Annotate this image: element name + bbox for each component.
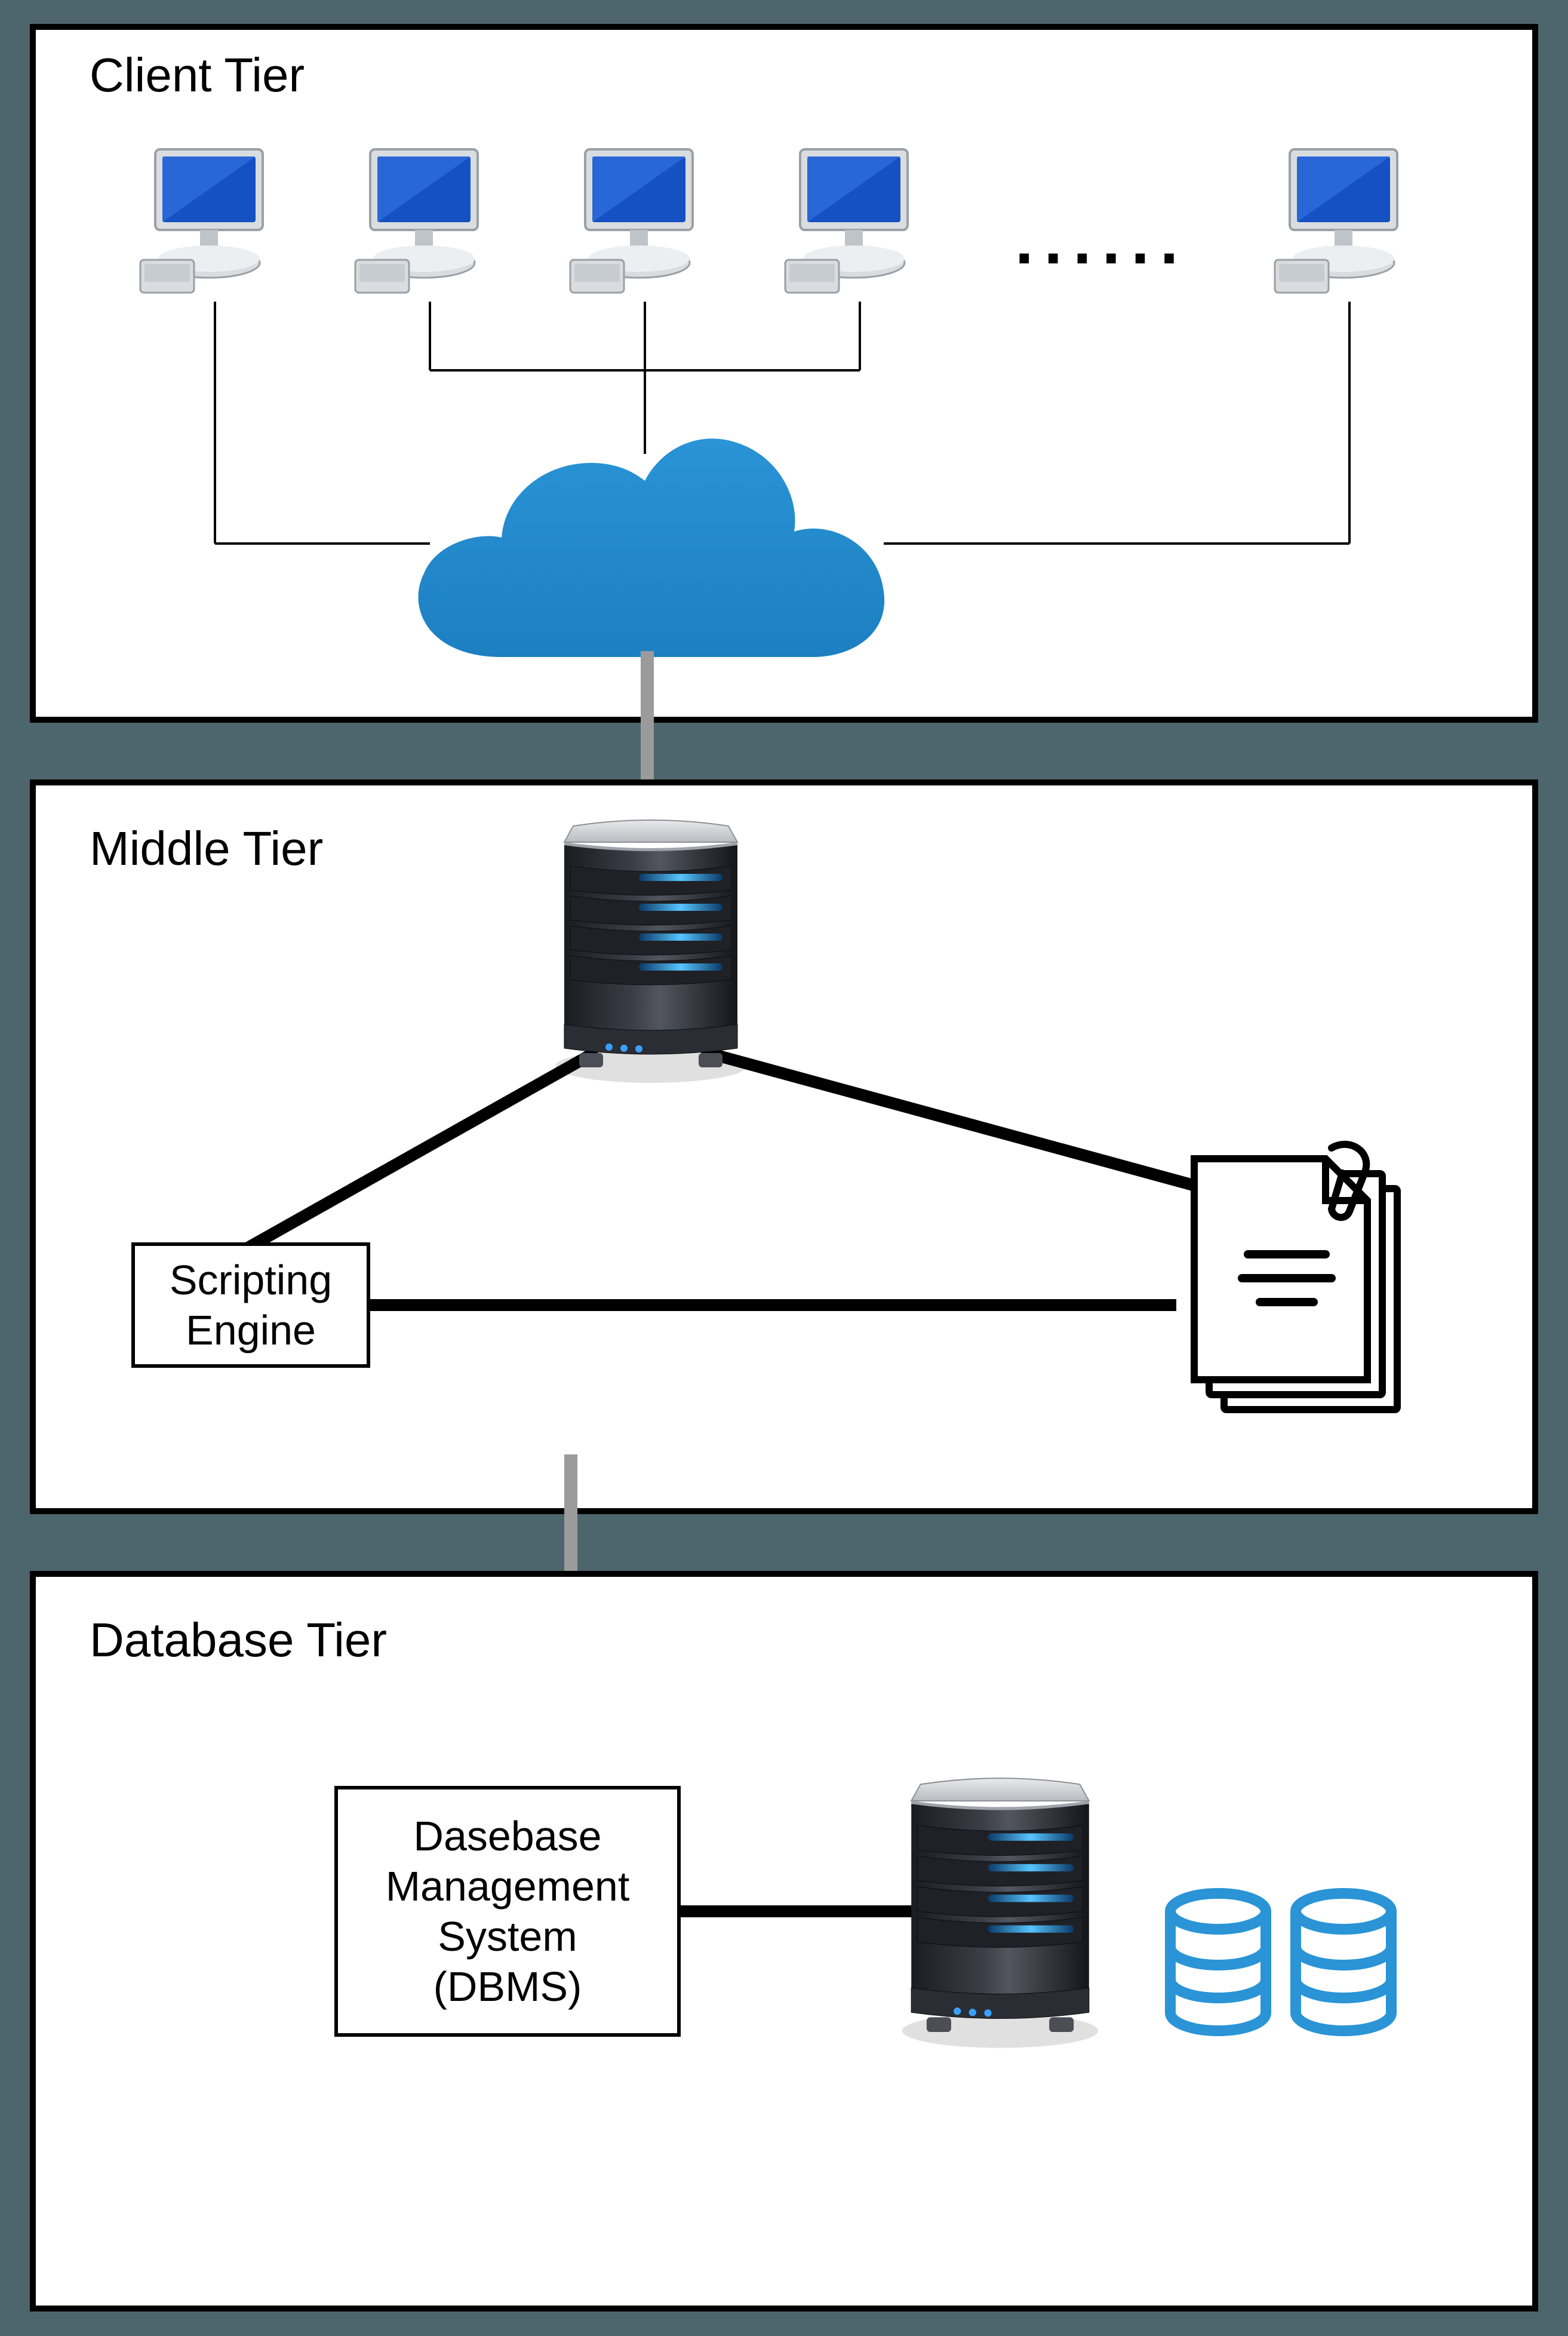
database-cylinder-icon [1284, 1887, 1403, 2043]
dbms-label: System [438, 1911, 577, 1961]
dbms-label: Management [386, 1861, 630, 1911]
dbms-node: Dasebase Management System (DBMS) [334, 1786, 681, 2037]
dbms-label: Dasebase [413, 1811, 601, 1861]
diagram-canvas: Client Tier [0, 0, 1568, 2336]
server-icon [884, 1765, 1117, 2064]
dbms-label: (DBMS) [433, 1961, 582, 2012]
database-cylinder-icon [1158, 1887, 1278, 2043]
